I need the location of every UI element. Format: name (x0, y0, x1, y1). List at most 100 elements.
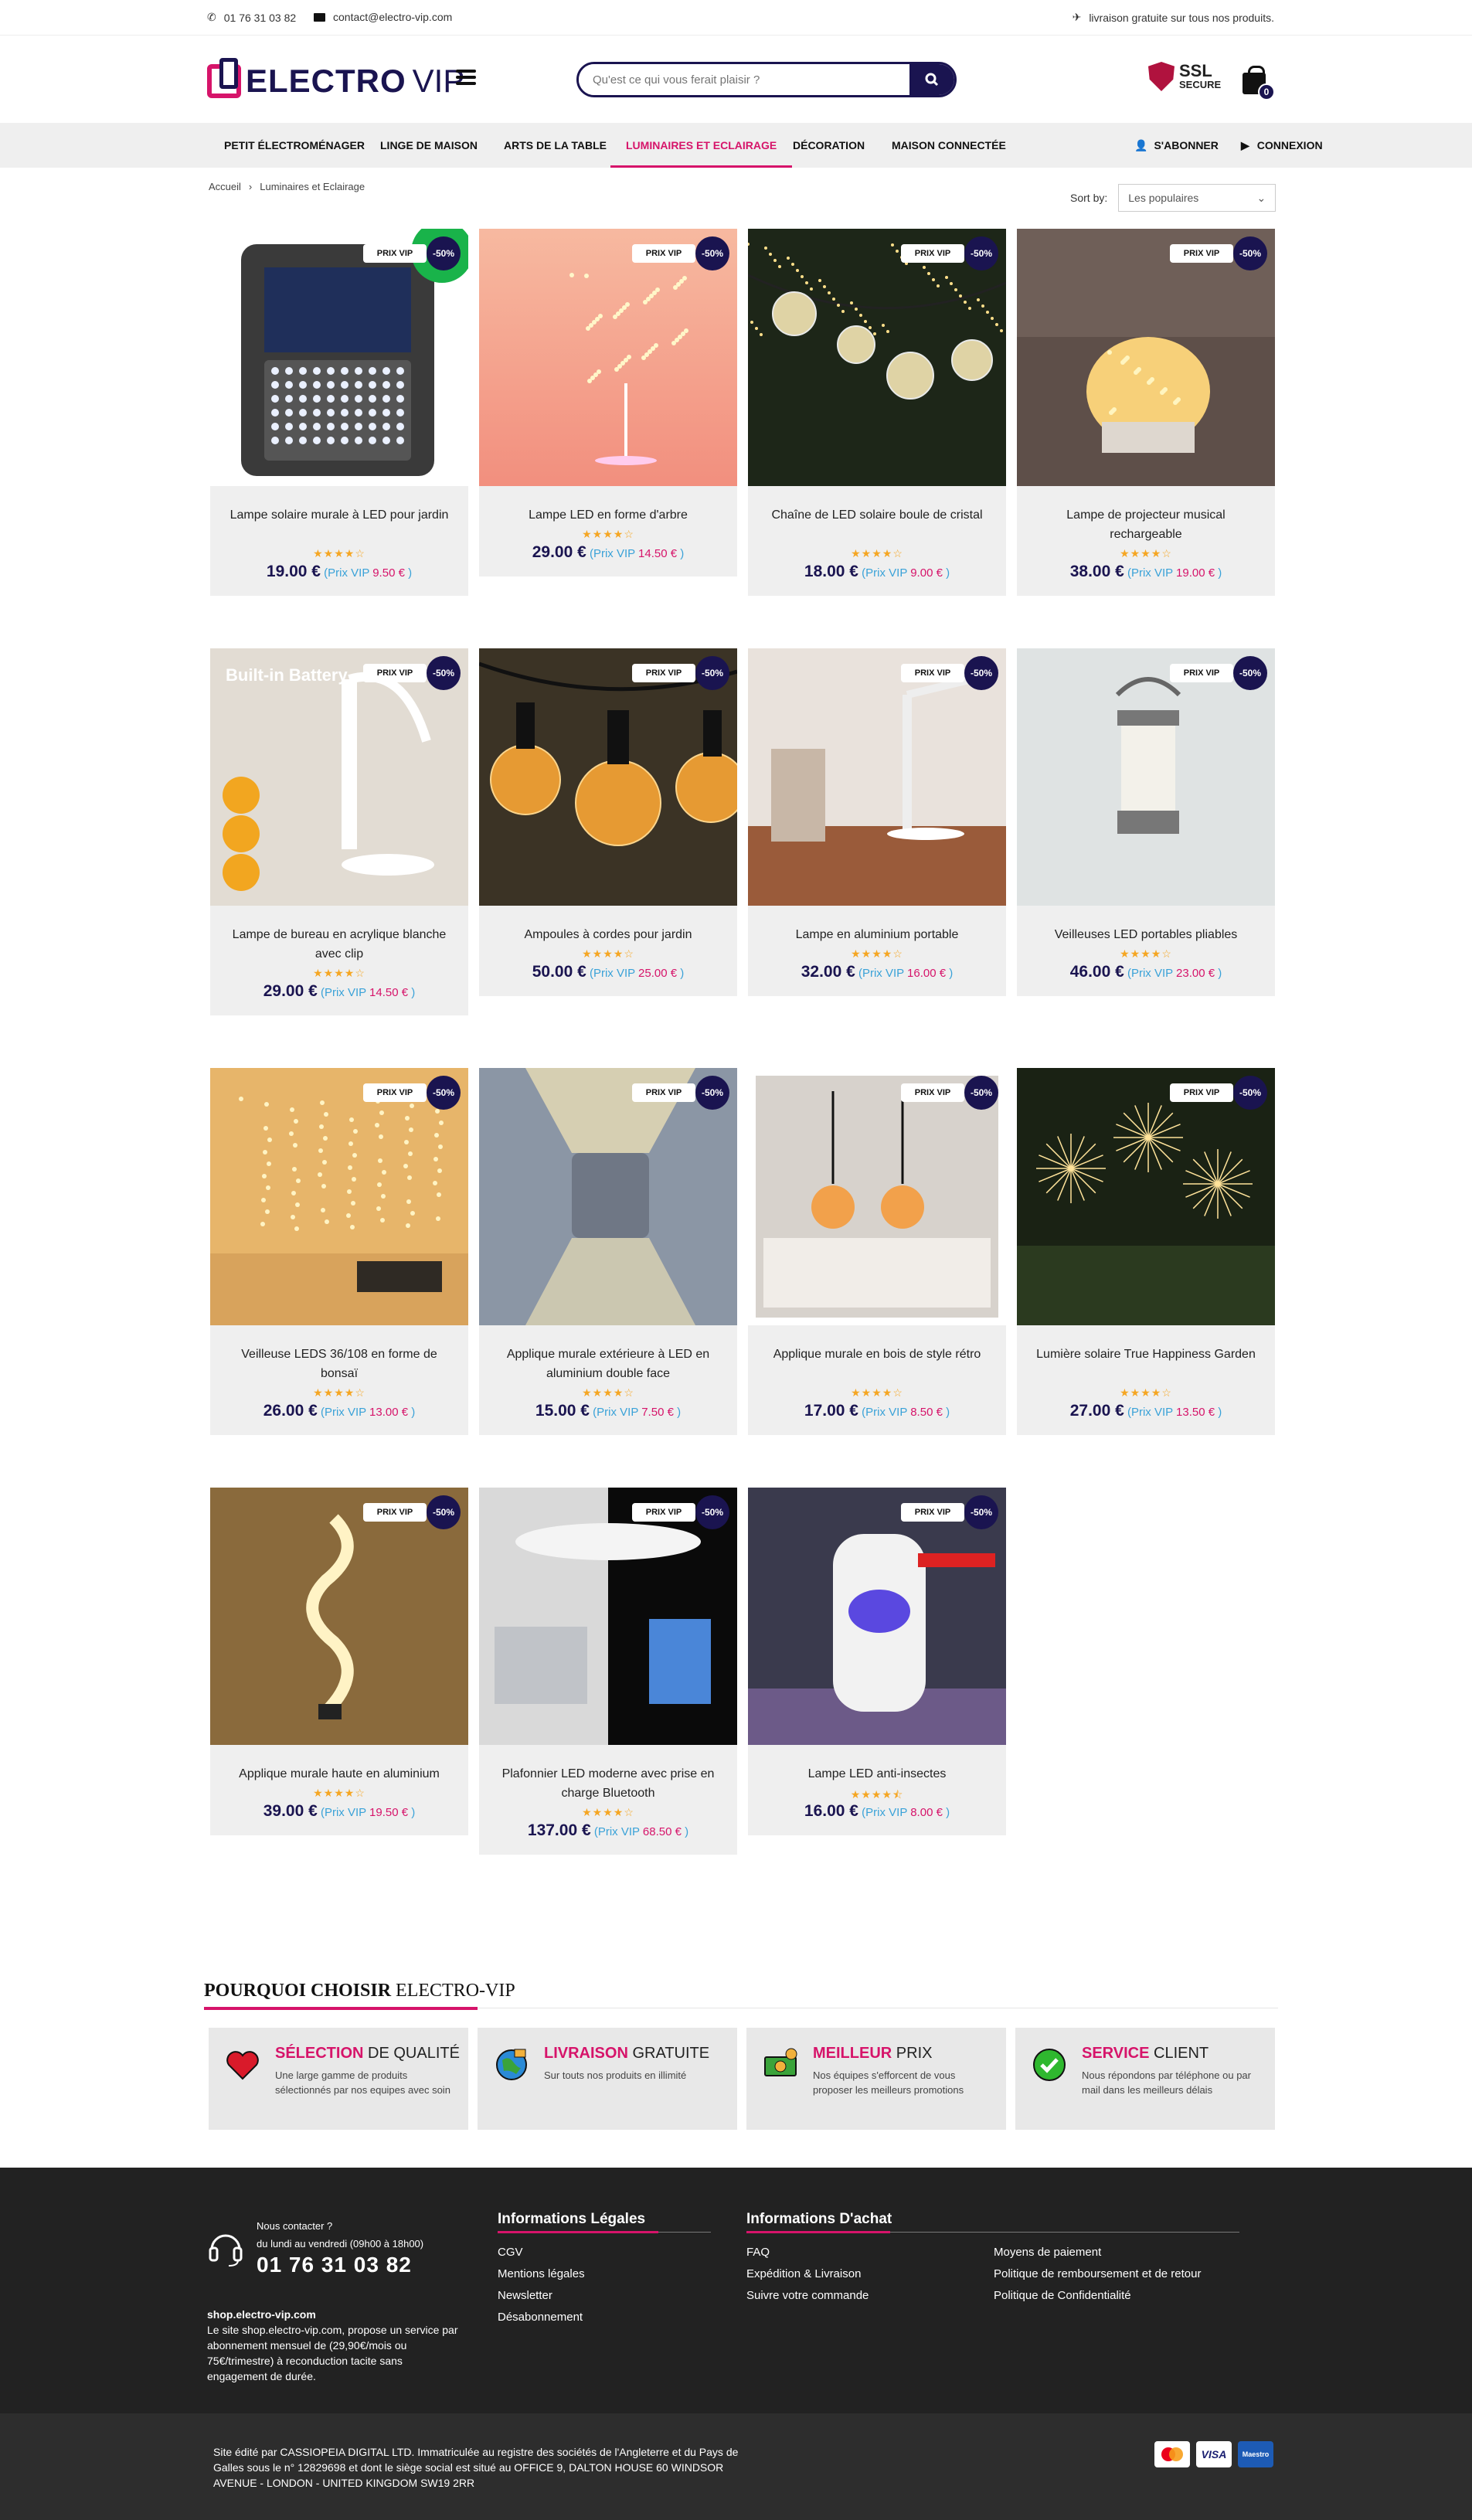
rating-stars: ★★★★☆ (1120, 547, 1172, 559)
footer-description: shop.electro-vip.com Le site shop.electr… (207, 2308, 458, 2382)
product-image[interactable] (748, 229, 1006, 486)
vip-badge: PRIX VIP (901, 664, 964, 682)
envelope-icon (314, 12, 325, 22)
product-card[interactable]: PRIX VIP -50% Plafonnier LED moderne avec … (479, 1488, 737, 1855)
product-name[interactable]: Lumière solaire True Happiness Garden (1031, 1345, 1261, 1364)
product-image[interactable] (1017, 1068, 1275, 1325)
site-logo[interactable]: ELECTRO VIP (207, 58, 464, 102)
product-name[interactable]: Lampe de bureau en acrylique blanche ave… (224, 925, 454, 964)
footer-link-remboursement[interactable]: Politique de remboursement et de retour (994, 2267, 1201, 2280)
product-image[interactable] (479, 648, 737, 906)
rating-stars: ★★★★☆ (313, 547, 365, 559)
product-card[interactable]: PRIX VIP -50% Applique murale extérieure à… (479, 1068, 737, 1435)
footer-link-suivre[interactable]: Suivre votre commande (746, 2289, 869, 2302)
product-card[interactable]: PRIX VIP -50% Applique murale en bois de s… (748, 1068, 1006, 1435)
product-card[interactable]: PRIX VIP -50% Lumière solaire True Happine… (1017, 1068, 1275, 1435)
footer-link-expedition[interactable]: Expédition & Livraison (746, 2267, 861, 2280)
product-name[interactable]: Lampe LED anti-insectes (762, 1764, 992, 1784)
product-price: 46.00 € (Prix VIP 23.00 € ) (1069, 963, 1222, 981)
product-card[interactable]: PRIX VIP -50% Lampe de projecteur musical … (1017, 229, 1275, 596)
cart-button[interactable]: 0 (1243, 66, 1277, 100)
discount-badge: -50% (427, 1076, 461, 1110)
nav-item-petit-electromenager[interactable]: PETIT ÉLECTROMÉNAGER (224, 123, 365, 168)
footer-link-cgv[interactable]: CGV (498, 2246, 523, 2259)
legal-notice: Site édité par CASSIOPEIA DIGITAL LTD. I… (213, 2446, 739, 2489)
product-name[interactable]: Applique murale extérieure à LED en alum… (493, 1345, 723, 1383)
footer-phone[interactable]: 01 76 31 03 82 (257, 2253, 442, 2277)
footer-link-faq[interactable]: FAQ (746, 2246, 770, 2259)
product-card[interactable]: PRIX VIP -50% Lampe en aluminium portable ★… (748, 648, 1006, 996)
product-name[interactable]: Veilleuse LEDS 36/108 en forme de bonsaï (224, 1345, 454, 1383)
footer-link-paiement[interactable]: Moyens de paiement (994, 2246, 1101, 2259)
vip-badge: PRIX VIP (632, 664, 695, 682)
product-card[interactable]: Built-in Battery PRIX VIP -50% Lampe de bur… (210, 648, 468, 1015)
hamburger-menu-icon[interactable] (456, 70, 476, 85)
product-card[interactable]: PRIX VIP -50% Veilleuses LED portables pli… (1017, 648, 1275, 996)
discount-badge: -50% (964, 1495, 998, 1529)
product-card[interactable]: PRIX VIP -50% Chaîne de LED solaire boule … (748, 229, 1006, 596)
product-name[interactable]: Applique murale en bois de style rétro (762, 1345, 992, 1364)
product-image[interactable] (479, 1068, 737, 1325)
product-image[interactable] (1017, 648, 1275, 906)
feature-delivery: LIVRAISON GRATUITE Sur touts nos produit… (478, 2028, 737, 2130)
product-image[interactable] (748, 648, 1006, 906)
product-image[interactable] (479, 1488, 737, 1745)
product-price: 29.00 € (Prix VIP 14.50 € ) (532, 543, 685, 561)
product-card[interactable]: PRIX VIP -50% Lampe LED anti-insectes ★★★★⯪… (748, 1488, 1006, 1835)
product-image[interactable] (479, 229, 737, 486)
product-image[interactable] (748, 1068, 1006, 1325)
product-card[interactable]: PRIX VIP -50% Lampe solaire murale à LED p… (210, 229, 468, 596)
breadcrumb-current: Luminaires et Eclairage (260, 181, 365, 192)
play-icon: ▶ (1241, 139, 1249, 151)
login-link[interactable]: ▶ CONNEXION (1241, 123, 1323, 168)
product-price: 19.00 € (Prix VIP 9.50 € ) (266, 563, 413, 580)
topbar-email[interactable]: contact@electro-vip.com (314, 11, 452, 23)
vip-badge: PRIX VIP (363, 664, 427, 682)
heart-icon (226, 2051, 259, 2080)
product-price: 50.00 € (Prix VIP 25.00 € ) (532, 963, 685, 981)
product-image[interactable] (210, 1068, 468, 1325)
product-card[interactable]: PRIX VIP -50% Applique murale haute en alu… (210, 1488, 468, 1835)
headset-icon (209, 2234, 243, 2267)
nav-item-luminaires[interactable]: LUMINAIRES ET ECLAIRAGE (610, 123, 793, 168)
footer-bottom: Site édité par CASSIOPEIA DIGITAL LTD. I… (0, 2413, 1472, 2520)
nav-item-arts-de-la-table[interactable]: ARTS DE LA TABLE (504, 123, 607, 168)
nav-item-decoration[interactable]: DÉCORATION (793, 123, 865, 168)
product-name[interactable]: Lampe solaire murale à LED pour jardin (224, 505, 454, 525)
product-name[interactable]: Lampe de projecteur musical rechargeable (1031, 505, 1261, 544)
product-name[interactable]: Applique murale haute en aluminium (224, 1764, 454, 1784)
product-name[interactable]: Plafonnier LED moderne avec prise en cha… (493, 1764, 723, 1803)
breadcrumb-home[interactable]: Accueil (209, 181, 241, 192)
product-name[interactable]: Ampoules à cordes pour jardin (493, 925, 723, 944)
nav-item-linge-de-maison[interactable]: LINGE DE MAISON (380, 123, 478, 168)
subscribe-link[interactable]: 👤 S'ABONNER (1134, 123, 1219, 168)
discount-badge: -50% (964, 236, 998, 270)
footer-link-confidentialite[interactable]: Politique de Confidentialité (994, 2289, 1131, 2302)
product-card[interactable]: PRIX VIP -50% Ampoules à cordes pour jardi… (479, 648, 737, 996)
product-name[interactable]: Lampe en aluminium portable (762, 925, 992, 944)
product-name[interactable]: Veilleuses LED portables pliables (1031, 925, 1261, 944)
footer-link-newsletter[interactable]: Newsletter (498, 2289, 552, 2302)
maestro-icon: Maestro (1238, 2441, 1273, 2467)
product-image[interactable] (1017, 229, 1275, 486)
product-image[interactable] (210, 1488, 468, 1745)
vip-badge: PRIX VIP (632, 1083, 695, 1102)
nav-item-maison-connectee[interactable]: MAISON CONNECTÉE (892, 123, 1006, 168)
rating-stars: ★★★★☆ (582, 1806, 634, 1818)
product-card[interactable]: PRIX VIP -50% Lampe LED en forme d'arbre ★★… (479, 229, 737, 576)
product-image[interactable] (210, 229, 468, 486)
product-name[interactable]: Chaîne de LED solaire boule de cristal (762, 505, 992, 525)
product-image[interactable]: Built-in Battery (210, 648, 468, 906)
product-name[interactable]: Lampe LED en forme d'arbre (493, 505, 723, 525)
product-image[interactable] (748, 1488, 1006, 1745)
footer-link-mentions[interactable]: Mentions légales (498, 2267, 585, 2280)
topbar-phone[interactable]: ✆ 01 76 31 03 82 (207, 11, 296, 24)
search-button[interactable] (909, 64, 954, 95)
product-card[interactable]: PRIX VIP -50% Veilleuse LEDS 36/108 en for… (210, 1068, 468, 1435)
vip-badge: PRIX VIP (1170, 664, 1233, 682)
search-input[interactable] (579, 64, 909, 95)
footer-link-desabonnement[interactable]: Désabonnement (498, 2311, 583, 2324)
sort-select[interactable]: Les populaires ⌄ (1118, 184, 1277, 212)
discount-badge: -50% (964, 1076, 998, 1110)
vip-badge: PRIX VIP (363, 1503, 427, 1522)
